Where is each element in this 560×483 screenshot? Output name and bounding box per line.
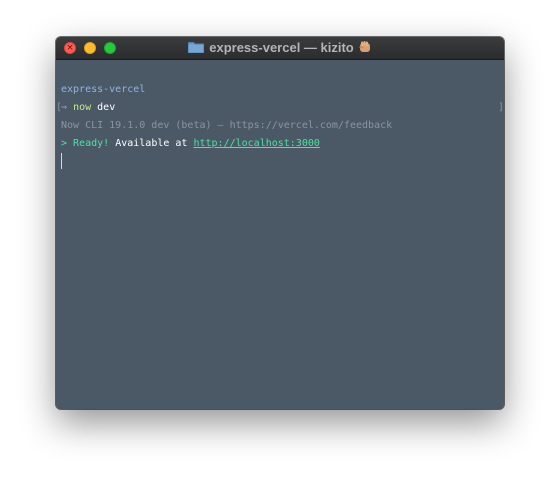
raised-fist-icon — [358, 39, 372, 53]
command-name: now — [73, 102, 92, 113]
right-bracket: ] — [498, 102, 504, 113]
command-args: dev — [97, 102, 116, 113]
folder-icon — [188, 41, 205, 53]
terminal-window: × express-vercel — kizito express-vercel… — [56, 37, 504, 409]
window-title-text: express-vercel — kizito — [209, 40, 354, 55]
available-text: Available at — [109, 138, 194, 149]
ready-prefix: > Ready! — [61, 138, 110, 149]
ready-line: > Ready! Available at http://localhost:3… — [61, 135, 320, 153]
command-line: ⇒ now dev — [61, 99, 115, 117]
cli-info-line: Now CLI 19.1.0 dev (beta) — https://verc… — [61, 120, 393, 131]
title-bar[interactable]: × express-vercel — kizito — [56, 37, 504, 60]
prompt-directory: express-vercel — [61, 84, 146, 95]
text-cursor — [61, 153, 62, 169]
localhost-link[interactable]: http://localhost:3000 — [193, 138, 319, 149]
terminal-output[interactable]: express-vercel [ ⇒ now dev ] Now CLI 19.… — [56, 60, 504, 409]
prompt-arrow-icon: ⇒ — [61, 102, 68, 113]
window-title: express-vercel — kizito — [56, 37, 504, 59]
